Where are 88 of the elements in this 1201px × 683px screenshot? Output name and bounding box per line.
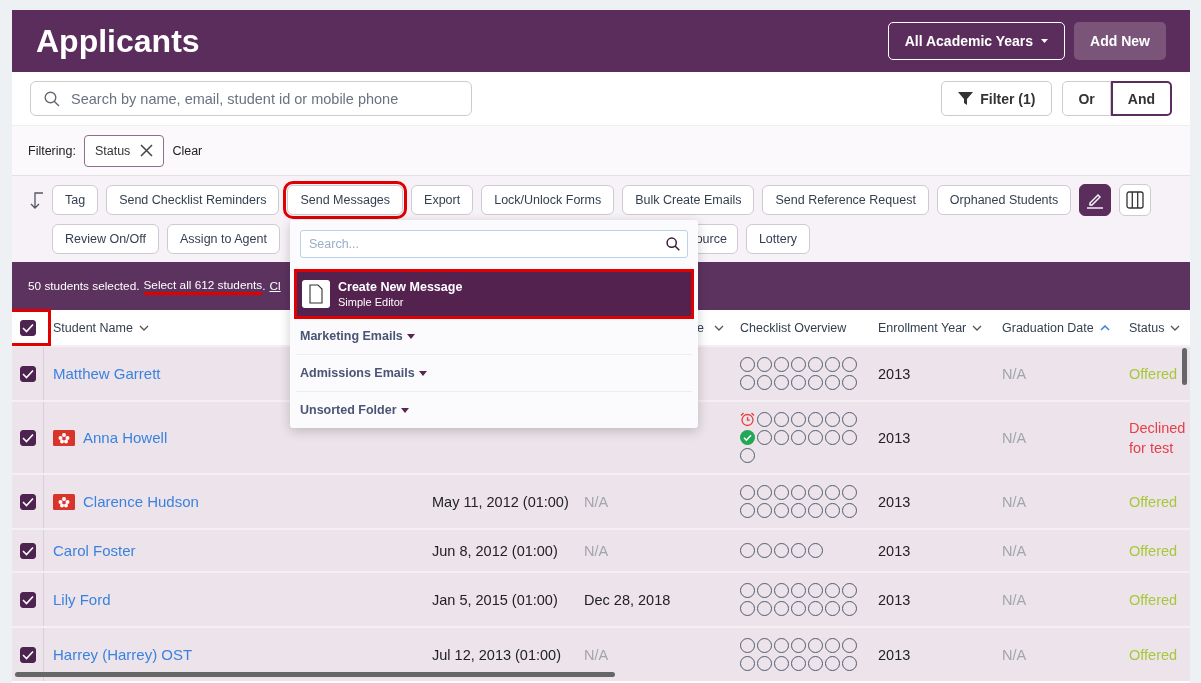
status-cell-text: Offered: [1129, 590, 1179, 610]
date-cell: Jan 5, 2015 (01:00): [432, 591, 558, 608]
filter-button[interactable]: Filter (1): [941, 81, 1053, 116]
filter-chip[interactable]: Status: [83, 134, 165, 167]
toolbar-button[interactable]: Send Reference Request: [762, 185, 929, 215]
folder-toggle[interactable]: Unsorted Folder: [300, 403, 397, 417]
table-cell: N/A: [584, 493, 609, 510]
table-cell: N/A: [584, 542, 609, 559]
logic-toggle-option[interactable]: And: [1110, 81, 1172, 116]
page-title: Applicants: [36, 22, 200, 60]
row-checkbox[interactable]: [19, 591, 36, 608]
selection-summary: 50 students selected.: [28, 279, 140, 293]
status-cell-text: Offered: [1129, 645, 1179, 665]
chevron-down-icon: [1170, 324, 1181, 331]
close-icon: [140, 144, 154, 157]
menu-item-title: Create New Message: [338, 280, 463, 294]
logic-toggle-option[interactable]: Or: [1062, 81, 1111, 116]
row-checkbox[interactable]: [19, 646, 36, 663]
graduation-date-cell: N/A: [1002, 365, 1027, 382]
select-all-checkbox[interactable]: [19, 319, 36, 336]
toolbar-button[interactable]: Assign to Agent: [167, 224, 280, 254]
date-cell: Jun 8, 2012 (01:00): [432, 542, 558, 559]
caret-icon: [1041, 39, 1049, 43]
graduation-date-cell: N/A: [1002, 493, 1027, 510]
search-icon: [666, 237, 680, 251]
search-field[interactable]: Search by name, email, student id or mobile phone: [30, 81, 472, 116]
graduation-date-cell: N/A: [1002, 646, 1027, 663]
column-header[interactable]: Graduation Date: [1002, 320, 1094, 335]
column-header[interactable]: Checklist Overview: [740, 320, 847, 335]
chevron-down-icon: [972, 324, 983, 331]
enrollment-year-cell: 2013: [878, 542, 911, 559]
toolbar-button[interactable]: Orphaned Students: [936, 185, 1072, 215]
caret-icon: [406, 333, 415, 339]
column-header[interactable]: Status: [1129, 320, 1165, 335]
toolbar-button[interactable]: Tag: [51, 185, 99, 215]
table-cell: N/A: [584, 646, 609, 663]
graduation-date-cell: N/A: [1002, 542, 1027, 559]
status-cell-text: Offered: [1129, 541, 1179, 561]
date-cell: May 11, 2012 (01:00): [432, 493, 569, 510]
row-checkbox[interactable]: [19, 365, 36, 382]
enrollment-year-cell: 2013: [878, 646, 911, 663]
chevron-down-icon: [714, 324, 724, 331]
document-icon: [302, 280, 330, 308]
caret-icon: [400, 407, 409, 413]
columns-icon: [1126, 191, 1145, 209]
enrollment-year-cell: 2013: [878, 365, 911, 382]
academic-year-dropdown[interactable]: All Academic Years: [887, 22, 1066, 60]
horizontal-scrollbar[interactable]: [15, 672, 615, 677]
separator: .: [262, 279, 266, 293]
toolbar-button[interactable]: Lottery: [745, 224, 811, 254]
column-header[interactable]: Enrollment Year: [878, 320, 967, 335]
table-cell: Dec 28, 2018: [584, 591, 671, 608]
row-checkbox[interactable]: [19, 542, 36, 559]
toolbar-button[interactable]: Export: [411, 185, 474, 215]
menu-item[interactable]: Create New Message Simple Editor: [296, 271, 692, 317]
enrollment-year-cell: 2013: [878, 429, 911, 446]
clear-selection-link[interactable]: Cl: [269, 279, 281, 293]
clear-link[interactable]: Clear: [172, 143, 203, 158]
status-cell-text: Offered: [1129, 364, 1179, 384]
folder-toggle[interactable]: Marketing Emails: [300, 329, 403, 343]
toolbar-button[interactable]: Lock/Unlock Forms: [481, 185, 615, 215]
add-new-button[interactable]: Add New: [1074, 22, 1166, 60]
row-checkbox[interactable]: [19, 429, 36, 446]
columns-button[interactable]: [1119, 184, 1152, 216]
graduation-date-cell: N/A: [1002, 429, 1027, 446]
toolbar-button[interactable]: Send Checklist Reminders: [106, 185, 280, 215]
menu-search-field[interactable]: Search...: [300, 230, 688, 258]
date-cell: Jul 12, 2013 (01:00): [432, 646, 561, 663]
menu-item-subtitle: Simple Editor: [338, 296, 405, 308]
chevron-down-icon: [138, 324, 149, 331]
column-header[interactable]: e: [697, 320, 704, 335]
status-cell-text: Declined for test: [1129, 418, 1187, 458]
enrollment-year-cell: 2013: [878, 591, 911, 608]
graduation-date-cell: N/A: [1002, 591, 1027, 608]
enrollment-year-cell: 2013: [878, 493, 911, 510]
edit-button[interactable]: [1079, 184, 1112, 216]
caret-icon: [418, 370, 427, 376]
column-header[interactable]: Student Name: [53, 320, 133, 335]
sort-arrow-icon[interactable]: [28, 190, 44, 210]
status-cell-text: Offered: [1129, 492, 1179, 512]
funnel-icon: [958, 91, 974, 106]
filtering-label: Filtering:: [28, 143, 76, 158]
search-icon: [44, 91, 60, 107]
toolbar-button[interactable]: Review On/Off: [51, 224, 160, 254]
vertical-scrollbar[interactable]: [1182, 348, 1187, 385]
row-checkbox[interactable]: [19, 493, 36, 510]
toolbar-button[interactable]: Bulk Create Emails: [622, 185, 755, 215]
folder-toggle[interactable]: Admissions Emails: [300, 366, 415, 380]
